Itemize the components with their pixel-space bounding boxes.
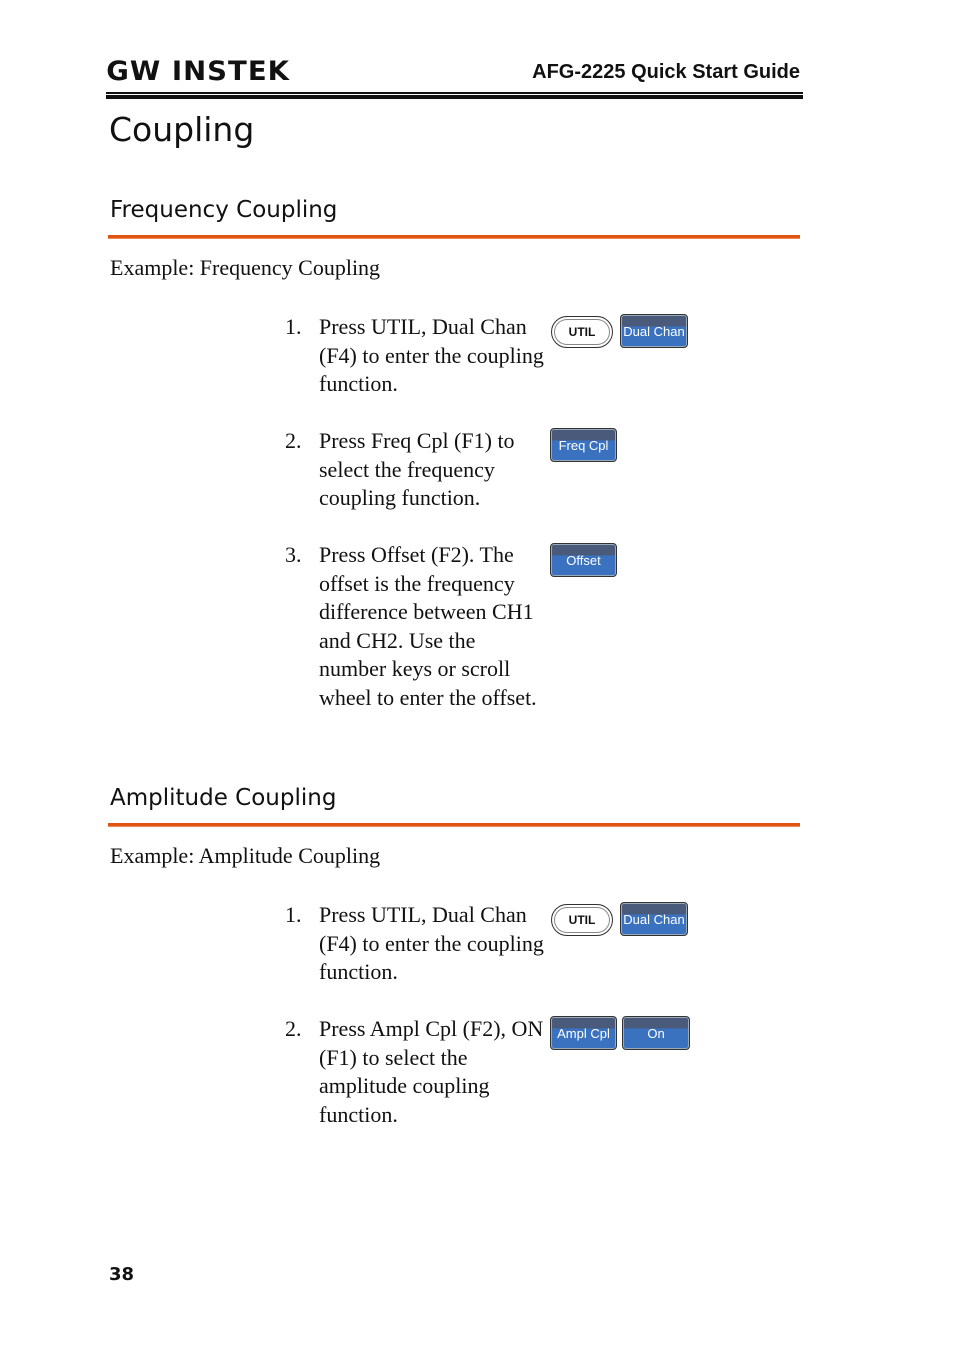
step-number: 2.: [285, 428, 302, 453]
ampl-cpl-softkey[interactable]: Ampl Cpl: [550, 1016, 617, 1050]
example-label: Example: Amplitude Coupling: [110, 843, 381, 868]
step-item: 1. Press UTIL, Dual Chan (F4) to enter t…: [285, 313, 547, 399]
step-number: 3.: [285, 542, 302, 567]
example-label: Example: Frequency Coupling: [110, 255, 381, 280]
page-number: 38: [109, 1264, 135, 1285]
freq-cpl-softkey[interactable]: Freq Cpl: [550, 428, 617, 462]
step-text: Press Freq Cpl (F1) to select the freque…: [319, 428, 515, 510]
on-softkey[interactable]: On: [622, 1016, 690, 1050]
guide-title: AFG-2225 Quick Start Guide: [532, 61, 800, 83]
offset-softkey[interactable]: Offset: [550, 543, 617, 577]
step-item: 2. Press Freq Cpl (F1) to select the fre…: [285, 427, 547, 513]
util-key[interactable]: UTIL: [551, 316, 613, 348]
util-key[interactable]: UTIL: [551, 904, 613, 936]
section-divider: [108, 235, 800, 239]
step-number: 1.: [285, 902, 302, 927]
header-rule-thin: [106, 92, 803, 94]
step-item: 2. Press Ampl Cpl (F2), ON (F1) to selec…: [285, 1015, 547, 1129]
header-rule-thick: [106, 95, 803, 99]
dual-chan-softkey[interactable]: Dual Chan: [620, 314, 688, 348]
step-text: Press UTIL, Dual Chan (F4) to enter the …: [319, 902, 544, 984]
step-item: 3. Press Offset (F2). The offset is the …: [285, 541, 547, 712]
page-title: Coupling: [109, 110, 255, 149]
step-text: Press UTIL, Dual Chan (F4) to enter the …: [319, 314, 544, 396]
step-number: 1.: [285, 314, 302, 339]
dual-chan-softkey[interactable]: Dual Chan: [620, 902, 688, 936]
step-text: Press Ampl Cpl (F2), ON (F1) to select t…: [319, 1016, 544, 1127]
step-item: 1. Press UTIL, Dual Chan (F4) to enter t…: [285, 901, 547, 987]
section-title-amplitude-coupling: Amplitude Coupling: [110, 785, 337, 811]
gw-instek-logo: GW INSTEK: [106, 56, 291, 87]
section-divider: [108, 823, 800, 827]
step-text: Press Offset (F2). The offset is the fre…: [319, 542, 537, 710]
step-number: 2.: [285, 1016, 302, 1041]
section-title-frequency-coupling: Frequency Coupling: [110, 197, 338, 223]
